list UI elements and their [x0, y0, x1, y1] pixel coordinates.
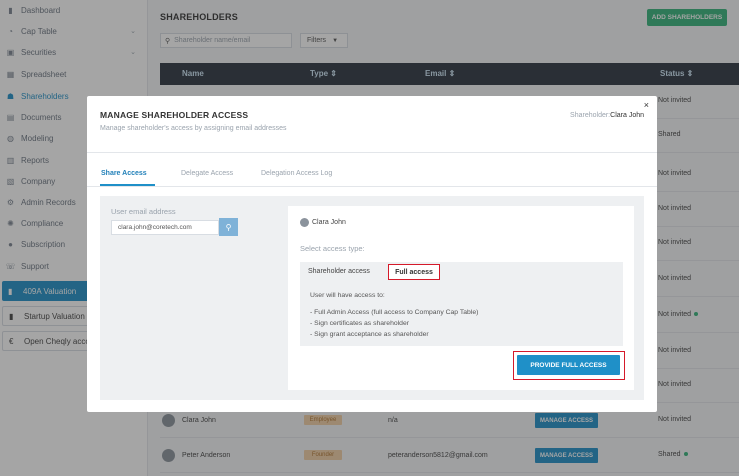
divider	[87, 186, 657, 187]
modal-title: MANAGE SHAREHOLDER ACCESS	[100, 110, 249, 120]
card-user: Clara John	[300, 218, 346, 227]
access-card: Clara John Select access type: Sharehold…	[288, 206, 634, 390]
search-button[interactable]: ⚲	[219, 218, 238, 236]
option-shareholder-access[interactable]: Shareholder access	[308, 268, 370, 275]
tab-delegation-access-log[interactable]: Delegation Access Log	[261, 170, 332, 177]
avatar	[300, 218, 309, 227]
option-full-access[interactable]: Full access	[388, 264, 440, 280]
email-label: User email address	[111, 207, 176, 216]
share-access-panel: User email address clara.john@coretech.c…	[100, 196, 644, 400]
shareholder-name: Clara John	[610, 112, 644, 119]
email-field[interactable]: clara.john@coretech.com	[111, 220, 219, 235]
access-item: - Full Admin Access (full access to Comp…	[310, 309, 479, 316]
select-access-label: Select access type:	[300, 244, 365, 253]
highlight-box: PROVIDE FULL ACCESS	[513, 351, 625, 380]
access-description: User will have access to: - Full Admin A…	[300, 282, 623, 346]
manage-access-modal: MANAGE SHAREHOLDER ACCESS Manage shareho…	[87, 96, 657, 412]
search-icon: ⚲	[225, 222, 232, 232]
divider	[87, 152, 657, 153]
close-icon[interactable]: ×	[644, 100, 649, 110]
provide-full-access-button[interactable]: PROVIDE FULL ACCESS	[517, 355, 620, 375]
access-item: - Sign certificates as shareholder	[310, 320, 409, 327]
tab-share-access[interactable]: Share Access	[101, 170, 147, 177]
shareholder-label: Shareholder:Clara John	[570, 112, 644, 119]
access-type-options: Shareholder access Full access	[300, 262, 623, 282]
modal-subtitle: Manage shareholder's access by assigning…	[100, 125, 287, 132]
access-heading: User will have access to:	[310, 292, 385, 299]
tab-delegate-access[interactable]: Delegate Access	[181, 170, 233, 177]
access-item: - Sign grant acceptance as shareholder	[310, 331, 429, 338]
